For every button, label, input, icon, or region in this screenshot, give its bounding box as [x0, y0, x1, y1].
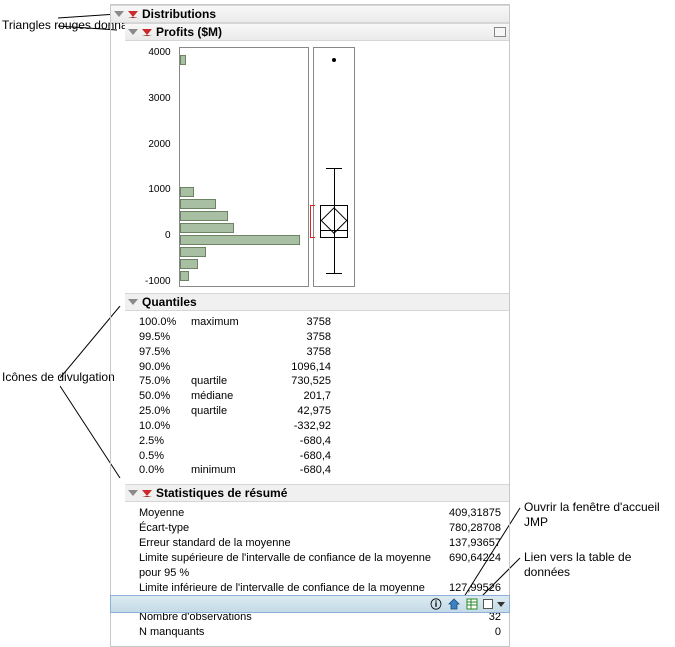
histogram[interactable] — [179, 47, 309, 287]
chart-area: 4000 3000 2000 1000 0 -1000 — [111, 41, 509, 293]
disclosure-icon[interactable] — [128, 29, 138, 35]
table-row: 0.0%minimum-680,4 — [139, 463, 501, 478]
summary-header[interactable]: Statistiques de résumé — [125, 484, 509, 502]
ytick: 4000 — [148, 47, 170, 58]
red-triangle-icon[interactable] — [142, 490, 152, 497]
table-row: 99.5%3758 — [139, 330, 501, 345]
home-icon[interactable] — [447, 597, 461, 611]
status-bar: ⓘ — [110, 595, 510, 613]
disclosure-icon[interactable] — [128, 490, 138, 496]
ytick: 2000 — [148, 139, 170, 150]
quantiles-title: Quantiles — [142, 295, 197, 309]
quantiles-table: 100.0%maximum375899.5%375897.5%375890.0%… — [111, 311, 509, 484]
ytick: 0 — [165, 230, 171, 241]
table-row: 2.5%-680,4 — [139, 434, 501, 449]
table-row: 75.0%quartile730,525 — [139, 374, 501, 389]
table-row: 90.0%1096,14 — [139, 360, 501, 375]
table-row: 97.5%3758 — [139, 345, 501, 360]
summary-table: Moyenne409,31875Écart-type780,28708Erreu… — [111, 502, 509, 646]
table-row: 50.0%médiane201,7 — [139, 389, 501, 404]
popup-icon[interactable] — [494, 27, 506, 37]
table-row: 10.0%-332,92 — [139, 419, 501, 434]
ytick: 1000 — [148, 184, 170, 195]
info-icon[interactable]: ⓘ — [429, 597, 443, 611]
summary-title: Statistiques de résumé — [156, 486, 287, 500]
marker-square[interactable] — [483, 599, 493, 609]
ytick: 3000 — [148, 93, 170, 104]
table-row: 0.5%-680,4 — [139, 449, 501, 464]
table-row: Erreur standard de la moyenne137,93657 — [139, 536, 501, 551]
red-triangle-icon[interactable] — [142, 29, 152, 36]
annot-data-link: Lien vers la table de données — [524, 550, 675, 580]
data-table-link-icon[interactable] — [465, 597, 479, 611]
profits-title: Profits ($M) — [156, 25, 222, 39]
table-row: 25.0%quartile42,975 — [139, 404, 501, 419]
table-row: Limite supérieure de l'intervalle de con… — [139, 551, 501, 581]
annot-disclosure: Icônes de divulgation — [2, 370, 115, 385]
distributions-title: Distributions — [142, 7, 216, 21]
table-row: Moyenne409,31875 — [139, 506, 501, 521]
boxplot[interactable] — [313, 47, 355, 287]
y-axis: 4000 3000 2000 1000 0 -1000 — [145, 47, 175, 287]
disclosure-icon[interactable] — [114, 11, 124, 17]
quantiles-header[interactable]: Quantiles — [125, 293, 509, 311]
distributions-panel: Distributions Profits ($M) 4000 3000 200… — [110, 4, 510, 647]
disclosure-icon[interactable] — [128, 299, 138, 305]
table-row: N manquants0 — [139, 625, 501, 640]
table-row: Écart-type780,28708 — [139, 521, 501, 536]
ytick: -1000 — [145, 276, 171, 287]
annot-open-home: Ouvrir la fenêtre d'accueil JMP — [524, 500, 675, 530]
red-triangle-icon[interactable] — [128, 11, 138, 18]
table-row: 100.0%maximum3758 — [139, 315, 501, 330]
dropdown-icon[interactable] — [497, 602, 505, 607]
distributions-header[interactable]: Distributions — [111, 5, 509, 23]
profits-header[interactable]: Profits ($M) — [125, 23, 509, 41]
